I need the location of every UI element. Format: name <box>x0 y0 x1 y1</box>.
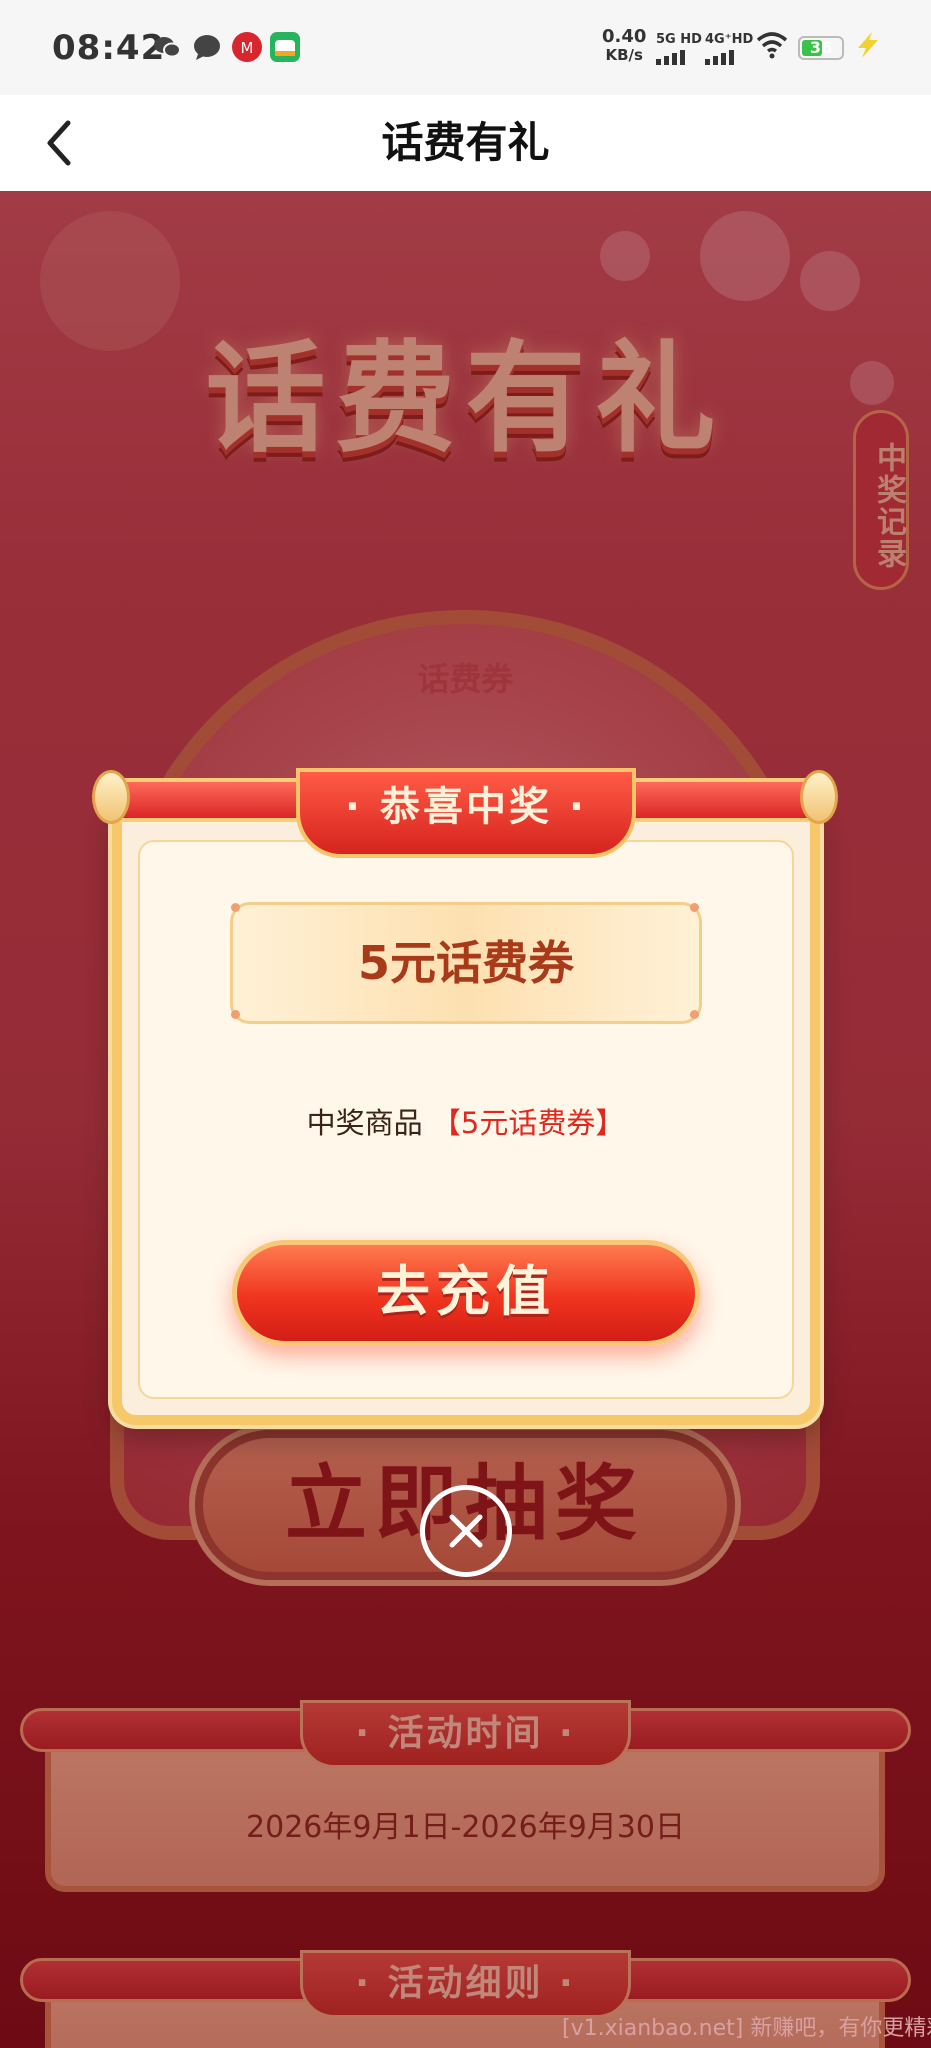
prize-box-corner <box>231 1010 240 1019</box>
watermark: [v1.xianbao.net] 新赚吧，有你更精彩 <box>562 2016 931 2041</box>
wechat-icon <box>152 32 182 62</box>
prize-box-corner <box>690 1010 699 1019</box>
bank-app-icon: M <box>232 32 262 62</box>
prize-line-value: 【5元话费券】 <box>431 1106 625 1140</box>
network-speed: 0.40 KB/s <box>602 26 647 65</box>
svg-text:M: M <box>241 39 254 57</box>
battery-icon: 36 <box>798 36 844 60</box>
modal-header-title: · 恭喜中奖 · <box>344 784 588 830</box>
ribbon-cap-right <box>800 770 838 824</box>
page-title: 话费有礼 <box>381 118 550 167</box>
message-icon <box>192 32 222 62</box>
close-icon <box>449 1514 483 1548</box>
modal-header: · 恭喜中奖 · <box>296 768 636 858</box>
recharge-button[interactable]: 去充值 <box>232 1240 700 1346</box>
prize-box-corner <box>231 903 240 912</box>
prize-name: 5元话费券 <box>357 936 574 990</box>
ribbon-cap-left <box>92 770 130 824</box>
close-modal-button[interactable] <box>420 1485 512 1577</box>
signal-5g-icon: 5G HD <box>656 32 702 65</box>
prize-name-box: 5元话费券 <box>230 902 702 1024</box>
wifi-icon <box>756 30 788 64</box>
status-bar: 08:42 M 0.40 KB/s 5G HD 4G⁺HD 36 <box>0 0 931 95</box>
recharge-button-label: 去充值 <box>376 1260 556 1323</box>
shopping-app-icon <box>270 32 300 62</box>
nav-bar: 话费有礼 <box>0 95 931 191</box>
status-time: 08:42 <box>52 28 166 68</box>
signal-4g-icon: 4G⁺HD <box>705 32 753 65</box>
battery-level: 36 <box>809 38 833 57</box>
prize-line: 中奖商品 【5元话费券】 <box>0 1100 931 1142</box>
charging-icon <box>852 30 882 64</box>
prize-box-corner <box>690 903 699 912</box>
prize-line-label: 中奖商品 <box>306 1106 423 1140</box>
